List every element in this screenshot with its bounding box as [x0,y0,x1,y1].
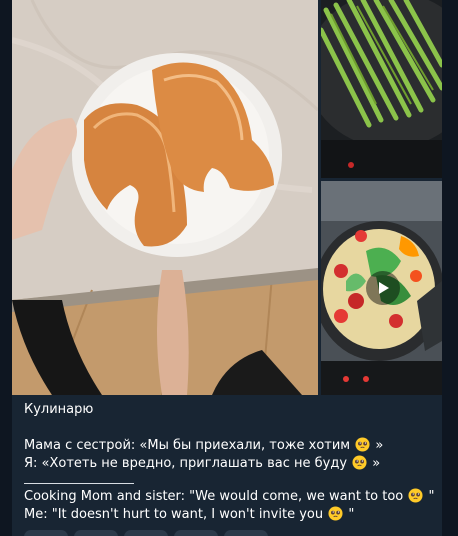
caption-ru-line-1: Мама с сестрой: «Мы бы приехали, тоже хо… [24,437,434,455]
reaction-chip[interactable] [74,530,118,536]
caption-ru-line-2-end: » [368,456,381,471]
caption-en-line-2-text: Me: "It doesn't hurt to want, I won't in… [24,507,324,522]
play-button[interactable] [366,271,400,305]
caption-ru-line-2: Я: «Хотеть не вредно, приглашать вас не … [24,455,434,473]
caption-title: Кулинарю [24,402,94,417]
reaction-chip[interactable] [24,530,68,536]
caption-ru-line-1-end: » [371,438,384,453]
caption-en-line-2: Me: "It doesn't hurt to want, I won't in… [24,506,434,524]
reaction-chip[interactable] [224,530,268,536]
photo-salmon[interactable] [12,0,318,395]
caption-en-line-1: Cooking Mom and sister: "We would come, … [24,488,435,506]
reactions-bar [24,530,268,536]
caption-en-line-1-text: Cooking Mom and sister: "We would come, … [24,489,404,504]
reaction-chip[interactable] [124,530,168,536]
caption-en-line-2-end: " [344,507,355,522]
pleading-face-icon [408,488,423,503]
reaction-chip[interactable] [174,530,218,536]
pleading-face-icon [352,455,367,470]
play-icon [379,282,389,294]
asparagus-pan-illustration [321,0,442,178]
caption-divider [24,483,134,484]
salmon-plate-illustration [12,0,318,395]
photo-asparagus[interactable] [321,0,442,178]
video-vegetables[interactable] [321,181,442,395]
pleading-face-icon [355,437,370,452]
pleading-face-icon [328,506,343,521]
message-caption: Кулинарю Мама с сестрой: «Мы бы приехали… [24,401,435,524]
caption-ru-line-2-text: Я: «Хотеть не вредно, приглашать вас не … [24,456,348,471]
message-bubble: Кулинарю Мама с сестрой: «Мы бы приехали… [12,0,442,536]
caption-ru-line-1-text: Мама с сестрой: «Мы бы приехали, тоже хо… [24,438,351,453]
media-album [12,0,442,395]
caption-en-line-1-end: " [424,489,435,504]
